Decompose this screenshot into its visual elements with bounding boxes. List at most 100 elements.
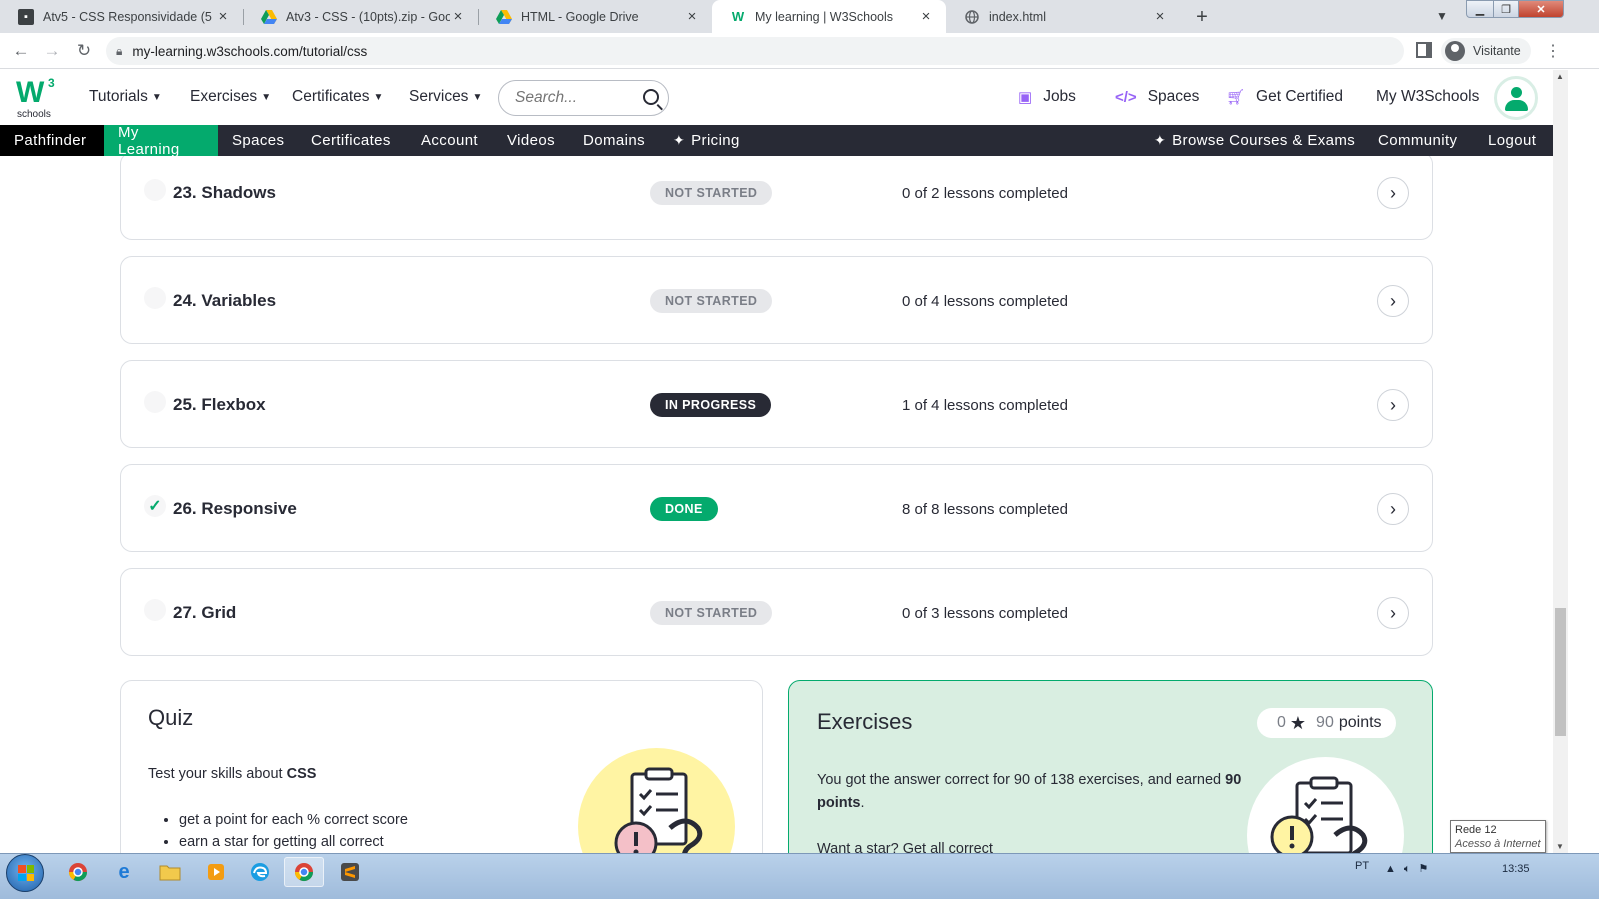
subnav-logout[interactable]: Logout <box>1474 125 1550 156</box>
caret-down-icon: ▼ <box>151 91 162 103</box>
scroll-down-arrow-icon[interactable]: ▼ <box>1556 842 1564 851</box>
subnav-label: Pricing <box>691 132 740 149</box>
page-scrollbar-thumb[interactable] <box>1555 608 1566 736</box>
lesson-progress-text: 1 of 4 lessons completed <box>902 397 1068 414</box>
w3schools-logo[interactable]: W 3 schools <box>16 76 60 120</box>
lesson-row[interactable]: 23. Shadows NOT STARTED 0 of 2 lessons c… <box>120 156 1433 240</box>
browser-tab[interactable]: ▪ Atv5 - CSS Responsividade (5 pts × <box>0 0 243 33</box>
nav-certificates-dropdown[interactable]: Certificates ▼ <box>292 88 383 106</box>
sparkle-icon: ✦ <box>1154 132 1167 148</box>
close-tab-icon[interactable]: × <box>684 8 700 25</box>
browser-tab[interactable]: Atv3 - CSS - (10pts).zip - Google × <box>243 0 478 33</box>
lesson-row[interactable]: ✓ 26. Responsive DONE 8 of 8 lessons com… <box>120 464 1433 552</box>
browser-tab[interactable]: HTML - Google Drive × <box>478 0 712 33</box>
media-player-icon[interactable] <box>196 857 236 887</box>
jobs-link[interactable]: ▣ Jobs <box>1018 88 1076 106</box>
subnav-domains[interactable]: Domains <box>569 125 659 156</box>
lesson-title: 25. Flexbox <box>173 395 266 414</box>
subnav-spaces[interactable]: Spaces <box>218 125 298 156</box>
subnav-my-learning[interactable]: My Learning <box>104 124 218 158</box>
back-arrow-icon[interactable]: ← <box>9 39 33 63</box>
lesson-status-circle-icon <box>144 599 166 621</box>
window-close-button[interactable]: ✕ <box>1518 0 1564 18</box>
lesson-row[interactable]: 27. Grid NOT STARTED 0 of 3 lessons comp… <box>120 568 1433 656</box>
forward-arrow-icon[interactable]: → <box>40 39 64 63</box>
main-content: 23. Shadows NOT STARTED 0 of 2 lessons c… <box>0 156 1553 853</box>
exercises-desc-suffix: . <box>860 795 865 811</box>
checklist-stopwatch-icon <box>614 767 703 853</box>
profile-button[interactable]: Visitante <box>1441 38 1531 64</box>
quiz-description: Test your skills about CSS <box>148 766 316 782</box>
folder-icon[interactable] <box>150 857 190 887</box>
nav-label: Services <box>409 88 469 105</box>
reload-icon[interactable]: ↻ <box>72 39 96 63</box>
tab-title: HTML - Google Drive <box>521 9 639 24</box>
window-restore-button[interactable]: ❐ <box>1493 0 1519 18</box>
subnav-browse-courses[interactable]: ✦ Browse Courses & Exams <box>1140 125 1369 156</box>
address-bar[interactable]: 🔒︎ my-learning.w3schools.com/tutorial/cs… <box>106 37 1404 65</box>
lesson-progress-text: 0 of 2 lessons completed <box>902 185 1068 202</box>
browser-tab-active[interactable]: W My learning | W3Schools × <box>712 0 946 33</box>
close-tab-icon[interactable]: × <box>450 8 466 25</box>
search-icon[interactable] <box>643 89 659 105</box>
lesson-title: 26. Responsive <box>173 499 297 518</box>
tray-icons[interactable]: ▲🔈︎⚑ <box>1385 862 1436 876</box>
lesson-row[interactable]: 25. Flexbox IN PROGRESS 1 of 4 lessons c… <box>120 360 1433 448</box>
spaces-link[interactable]: </> Spaces <box>1115 88 1199 106</box>
user-head-icon <box>1511 87 1522 98</box>
lesson-title: 23. Shadows <box>173 183 276 202</box>
subnav-certificates[interactable]: Certificates <box>297 125 405 156</box>
chevron-right-icon[interactable]: › <box>1377 597 1409 629</box>
page-scrollbar-track[interactable] <box>1553 70 1568 856</box>
chrome-taskbar-icon[interactable] <box>58 857 98 887</box>
start-button[interactable] <box>6 854 44 892</box>
subnav-account[interactable]: Account <box>407 125 492 156</box>
lesson-status-circle-icon <box>144 391 166 413</box>
subnav-pathfinder[interactable]: Pathfinder <box>0 125 104 156</box>
lesson-title: 24. Variables <box>173 291 277 310</box>
subnav-videos[interactable]: Videos <box>493 125 569 156</box>
sublime-text-icon[interactable] <box>330 857 370 887</box>
close-tab-icon[interactable]: × <box>1152 8 1168 25</box>
jobs-label: Jobs <box>1043 88 1076 105</box>
edge-icon[interactable] <box>240 857 280 887</box>
caret-down-icon: ▼ <box>472 91 483 103</box>
browser-tab[interactable]: index.html × <box>946 0 1180 33</box>
chevron-right-icon[interactable]: › <box>1377 177 1409 209</box>
browser-menu-icon[interactable]: ⋮ <box>1545 41 1561 61</box>
lesson-row[interactable]: 24. Variables NOT STARTED 0 of 4 lessons… <box>120 256 1433 344</box>
get-certified-link[interactable]: 🛒︎ Get Certified <box>1226 88 1343 106</box>
subnav-pricing[interactable]: ✦ Pricing <box>659 125 754 156</box>
chevron-right-icon[interactable]: › <box>1377 389 1409 421</box>
sparkle-icon: ✦ <box>673 132 686 148</box>
logo-mark: W <box>16 76 44 109</box>
tab-search-chevron-icon[interactable]: ▼ <box>1432 6 1452 26</box>
quiz-desc-subject: CSS <box>286 766 317 782</box>
google-drive-icon <box>261 9 277 25</box>
internet-explorer-icon[interactable]: e <box>104 857 144 887</box>
language-indicator[interactable]: PT <box>1355 860 1369 872</box>
subnav-community[interactable]: Community <box>1364 125 1471 156</box>
nav-tutorials-dropdown[interactable]: Tutorials ▼ <box>89 88 162 106</box>
nav-label: Tutorials <box>89 88 148 105</box>
search-box <box>498 80 669 116</box>
site-header: W 3 schools Tutorials ▼ Exercises ▼ Certif… <box>0 70 1553 125</box>
chevron-right-icon[interactable]: › <box>1377 493 1409 525</box>
search-input[interactable] <box>515 89 635 107</box>
nav-services-dropdown[interactable]: Services ▼ <box>409 88 482 106</box>
side-panel-icon[interactable] <box>1416 42 1432 58</box>
scroll-up-arrow-icon[interactable]: ▲ <box>1556 72 1564 81</box>
close-tab-icon[interactable]: × <box>215 8 231 25</box>
clock[interactable]: 13:35 <box>1502 863 1530 875</box>
user-avatar-button[interactable] <box>1494 76 1538 120</box>
network-name: Rede 12 <box>1455 824 1497 836</box>
window-minimize-button[interactable]: ▁ <box>1466 0 1494 18</box>
close-tab-icon[interactable]: × <box>918 8 934 25</box>
quiz-illustration <box>578 748 735 853</box>
nav-exercises-dropdown[interactable]: Exercises ▼ <box>190 88 271 106</box>
new-tab-plus-icon[interactable]: + <box>1190 5 1214 29</box>
chevron-right-icon[interactable]: › <box>1377 285 1409 317</box>
url-text: my-learning.w3schools.com/tutorial/css <box>132 43 368 59</box>
my-w3schools-link[interactable]: My W3Schools <box>1376 88 1479 106</box>
chrome-active-taskbar-icon[interactable] <box>284 857 324 887</box>
